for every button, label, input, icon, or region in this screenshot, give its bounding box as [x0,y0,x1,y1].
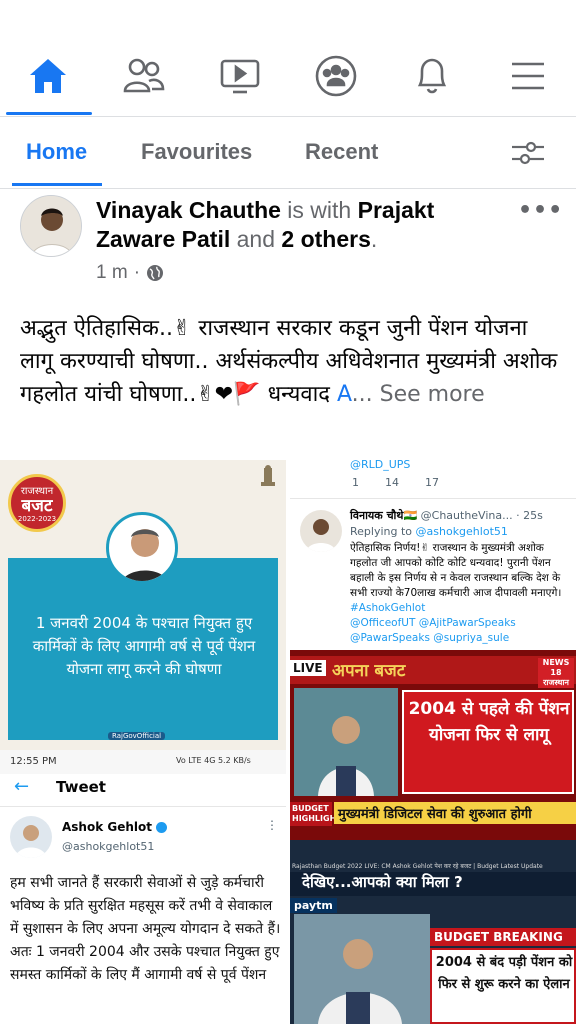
status-time: 12:55 PM [10,756,57,767]
tweet-divider [290,498,576,499]
tweet2-mentions: @OfficeofUT @AjitPawarSpeaks [350,617,516,629]
news1-ticker-label: BUDGET HIGHLIGHTS [290,802,348,826]
tweet2-reply-label: Replying to [350,525,413,538]
news1-video [294,688,398,796]
notifications-icon[interactable] [408,54,456,98]
divider [0,188,576,189]
emblem-icon [258,464,278,492]
tweet2-reply-handle: @ashokgehlot51 [415,525,508,538]
watch-icon[interactable] [216,54,264,98]
news2-show: देखिए...आपको क्या मिला ? [290,872,576,896]
tweet2-header: विनायक चौथे🇮🇳 @ChautheVina... · 25s [350,508,574,523]
tweet-avatar [10,816,52,858]
avatar[interactable] [20,195,82,257]
budget-announcement: 1 जनवरी 2004 के पश्चात नियुक्त हुए कार्म… [32,614,256,678]
top-navigation [0,40,576,116]
budget-badge: राजस्थान बजट 2022-2023 [8,474,66,532]
tweet-screen-title: Tweet [56,778,106,796]
groups-icon[interactable] [312,54,360,98]
tweet2-handle: @ChautheVina... [420,509,513,522]
tweet2-reply: Replying to @ashokgehlot51 [350,525,508,538]
globe-icon [147,265,164,281]
post-meta: 1 m · [96,262,164,284]
photo-tweet-screen[interactable]: 12:55 PM Vo LTE 4G 5.2 KB/s ← Tweet Asho… [0,750,286,1024]
meta-dot: · [133,262,141,283]
tweet2-body: ऐतिहासिक निर्णय!✌ राजस्थान के मुख्यमंत्र… [350,541,572,646]
feed-tabs: Home Favourites Recent [0,117,576,189]
news2-headline: 2004 से बंद पड़ी पेंशन को फिर से शुरू कर… [435,955,573,992]
tweet2-avatar [300,510,342,552]
tweet-divider [0,806,286,807]
active-tab-indicator [12,183,102,186]
photo-news-budget-breaking[interactable]: Rajasthan Budget 2022 LIVE: CM Ashok Geh… [290,840,576,1024]
tweet-text: हम सभी जानते हैं सरकारी सेवाओं से जुड़े … [10,875,281,983]
tweet-name: Ashok Gehlot [62,820,167,834]
tweet2-name: विनायक चौथे🇮🇳 [350,509,418,522]
post-body-tail: A [336,382,352,407]
tagged-others[interactable]: 2 others [281,226,370,252]
phone-statusbar: 12:55 PM Vo LTE 4G 5.2 KB/s [0,750,286,774]
back-arrow-icon[interactable]: ← [14,776,29,797]
post-header: Vinayak Chauthe is with Prajakt Zaware P… [96,196,496,254]
news1-show: अपना बजट [332,661,406,681]
photo-grid: राजस्थान बजट 2022-2023 1 जनवरी 2004 के प… [0,460,576,1024]
tweet-handle: @ashokgehlot51 [62,840,155,853]
tweet2-text: ऐतिहासिक निर्णय!✌ राजस्थान के मुख्यमंत्र… [350,542,562,599]
tweet2-mentions-cut: @PawarSpeaks @supriya_sule [350,632,510,644]
more-options-icon[interactable]: ••• [518,198,563,223]
period-text: . [370,226,378,252]
tab-favourites[interactable]: Favourites [141,139,252,165]
post-text: अद्भुत ऐतिहासिक..✌ राजस्थान सरकार कडून ज… [20,312,560,411]
news1-headline: 2004 से पहले की पेंशन योजना फिर से लागू [408,699,570,745]
cm-photo [106,512,178,584]
budget-badge-main: बजट [21,496,53,516]
with-text: is with [280,197,358,223]
news2-breaking: BUDGET BREAKING [430,928,576,946]
tweet2-time: · 25s [516,509,543,522]
tweet-top-handle: @RLD_UPS [350,460,411,471]
tab-home[interactable]: Home [26,139,87,165]
budget-badge-year: 2022-2023 [17,515,57,523]
budget-footer: RajGovOfficial [108,732,166,740]
news2-top: Rajasthan Budget 2022 LIVE: CM Ashok Geh… [292,863,543,870]
like-count: 17 [425,476,439,489]
filter-icon[interactable] [508,137,548,169]
tweet-author: Ashok Gehlot [62,820,152,834]
status-icons: Vo LTE 4G 5.2 KB/s [176,756,251,765]
friends-icon[interactable] [120,54,168,98]
menu-icon[interactable] [504,54,552,98]
author-name[interactable]: Vinayak Chauthe [96,197,281,223]
news1-ticker: मुख्यमंत्री डिजिटल सेवा की शुरुआत होगी [334,802,576,824]
home-icon[interactable] [24,54,72,98]
tweet-top-stats: 1 14 17 [352,476,439,489]
news2-sponsor: paytm [290,898,337,913]
post-time[interactable]: 1 m [96,262,128,284]
news1-logo: NEWS 18 राजस्थान [538,658,574,688]
photo-news18[interactable]: LIVE अपना बजट NEWS 18 राजस्थान 2004 से प… [290,650,576,840]
tweet-more-icon[interactable]: ⋮ [266,818,278,832]
verified-icon [156,821,167,833]
budget-badge-top: राजस्थान [20,486,54,497]
news1-live: LIVE [290,660,326,676]
reply-count: 1 [352,476,359,489]
tweet2-hashtag: #AshokGehlot [350,602,426,614]
tab-recent[interactable]: Recent [305,139,378,165]
retweet-count: 14 [385,476,399,489]
see-more-link[interactable]: ... See more [352,382,485,407]
photo-tweet-reply[interactable]: @RLD_UPS 1 14 17 विनायक चौथे🇮🇳 @ChautheV… [290,460,576,650]
photo-budget-graphic[interactable]: राजस्थान बजट 2022-2023 1 जनवरी 2004 के प… [0,460,286,750]
active-nav-indicator [6,112,92,115]
news2-video [294,914,430,1024]
and-text: and [230,226,282,252]
